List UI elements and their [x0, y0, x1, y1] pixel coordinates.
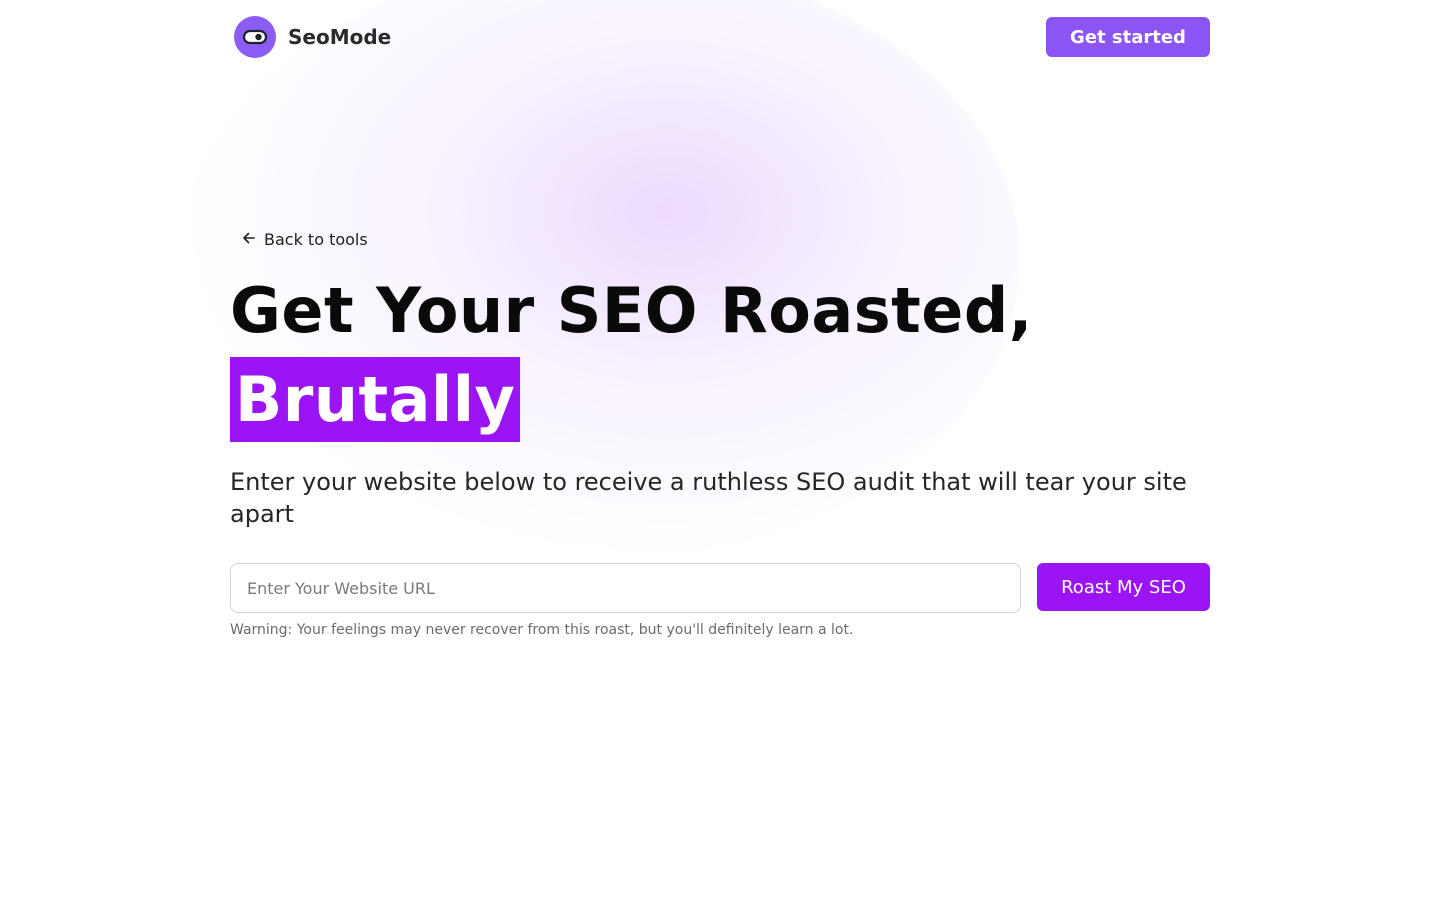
back-link-label: Back to tools [264, 230, 368, 249]
page-title: Get Your SEO Roasted, [230, 274, 1033, 347]
toggle-eye-icon [234, 16, 276, 58]
title-highlight: Brutally [230, 357, 521, 442]
get-started-button[interactable]: Get started [1046, 17, 1210, 57]
website-url-input[interactable] [230, 563, 1021, 613]
brand-link[interactable]: SeoMode [234, 16, 391, 58]
warning-text: Warning: Your feelings may never recover… [230, 622, 854, 638]
back-to-tools-link[interactable]: Back to tools [242, 230, 368, 249]
arrow-left-icon [242, 230, 256, 249]
roast-my-seo-button[interactable]: Roast My SEO [1037, 563, 1210, 611]
brand-name: SeoMode [288, 25, 392, 49]
site-header: SeoMode Get started [230, 0, 1210, 74]
page-subtitle: Enter your website below to receive a ru… [230, 468, 1187, 528]
